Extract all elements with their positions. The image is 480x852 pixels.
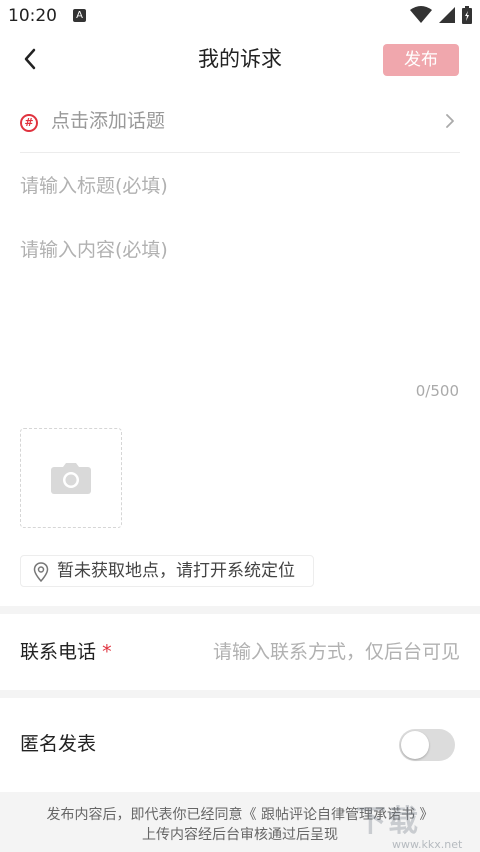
- section-divider: [0, 690, 480, 698]
- title-input[interactable]: 请输入标题(必填): [20, 172, 460, 200]
- hashtag-icon: #: [20, 114, 38, 132]
- contact-phone-label: 联系电话 *: [20, 638, 112, 666]
- watermark-logo: 下载: [356, 804, 420, 839]
- watermark-url: www.kkx.net: [392, 838, 463, 851]
- status-time: 10:20: [8, 6, 57, 26]
- contact-phone-input[interactable]: 请输入联系方式，仅后台可见: [213, 638, 460, 666]
- char-counter: 0/500: [415, 382, 459, 400]
- chevron-left-icon: [24, 48, 36, 70]
- wifi-icon: [410, 6, 432, 23]
- signal-icon: [439, 7, 455, 23]
- contact-phone-label-text: 联系电话: [20, 641, 97, 663]
- status-bar: [0, 0, 480, 32]
- chevron-right-icon: [446, 114, 454, 128]
- required-mark: *: [102, 641, 112, 663]
- toggle-knob[interactable]: [401, 731, 429, 759]
- back-button[interactable]: [18, 44, 44, 74]
- publish-button[interactable]: 发布: [383, 44, 459, 76]
- notification-icon: A: [73, 9, 86, 22]
- add-topic-label[interactable]: 点击添加话题: [51, 108, 165, 134]
- section-divider: [0, 606, 480, 614]
- system-icons: [410, 6, 472, 24]
- anonymous-label: 匿名发表: [20, 733, 97, 755]
- camera-icon: [51, 463, 91, 494]
- content-textarea[interactable]: 请输入内容(必填): [20, 236, 460, 264]
- battery-icon: [462, 6, 472, 24]
- location-text: 暂未获取地点，请打开系统定位: [57, 561, 295, 581]
- location-pin-icon: [33, 562, 49, 582]
